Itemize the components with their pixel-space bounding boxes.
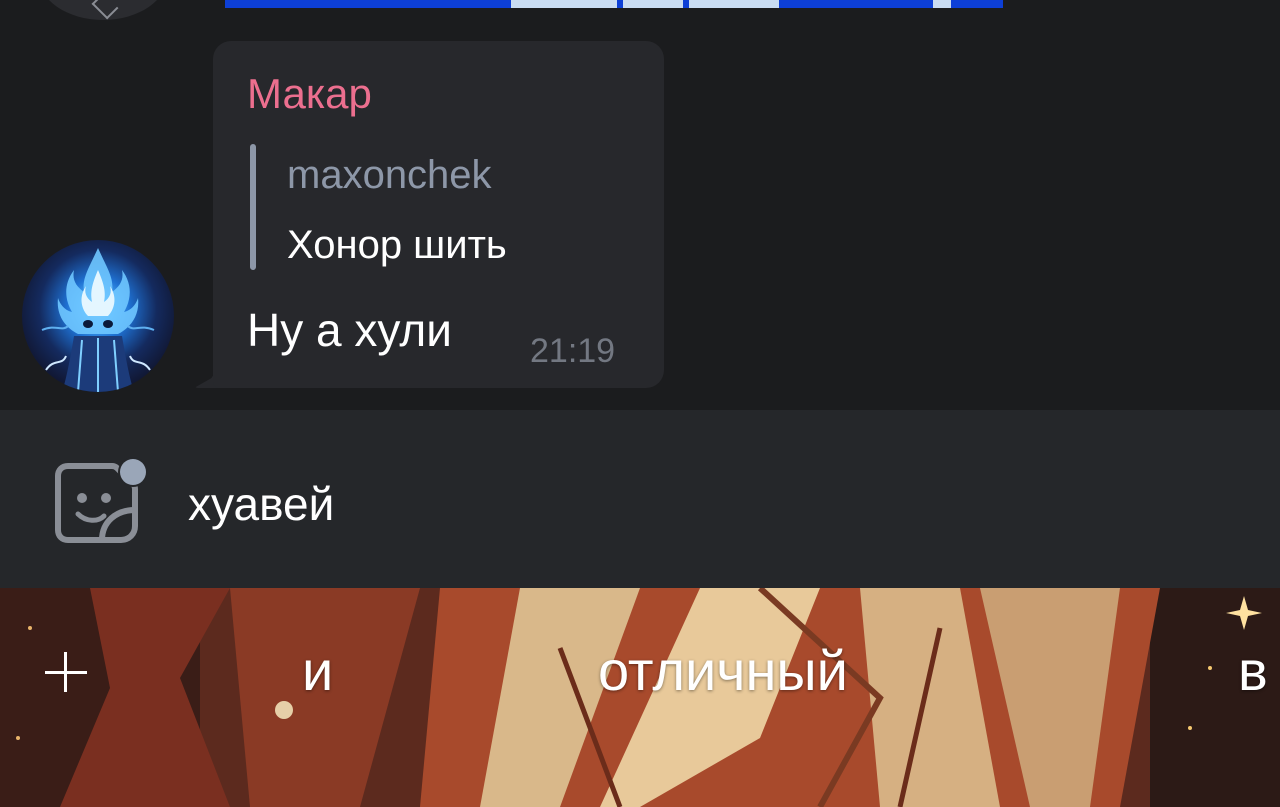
sender-name[interactable]: Макар [247,73,372,115]
suggestion-word-2[interactable]: отличный [598,643,848,699]
sender-avatar[interactable] [22,240,174,392]
previous-avatar[interactable] [38,0,168,20]
suggestion-word-1[interactable]: и [302,643,333,699]
message-text: Ну а хули [247,304,452,356]
flame-figure-image [41,248,155,392]
message-bubble[interactable]: Макар maxonchek Хонор шить Ну а хули 21:… [213,41,664,388]
sticker-icon [55,457,148,543]
telegram-chat-screen: Макар maxonchek Хонор шить Ну а хули 21:… [0,0,1280,807]
reply-quote-text[interactable]: Хонор шить [287,225,507,265]
reply-author[interactable]: maxonchek [287,155,492,195]
previous-sticker[interactable] [225,0,1003,8]
message-time: 21:19 [530,332,616,370]
suggestion-word-3[interactable]: в [1238,643,1268,699]
reply-accent-bar [250,144,256,270]
message-list[interactable]: Макар maxonchek Хонор шить Ну а хули 21:… [0,0,1280,410]
keyboard-expand-button[interactable] [44,652,88,692]
sticker-button[interactable] [54,456,154,550]
message-input[interactable] [188,472,1088,536]
